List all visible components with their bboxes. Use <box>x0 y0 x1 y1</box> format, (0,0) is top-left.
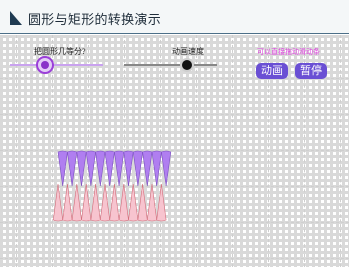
upper-sector <box>57 150 68 187</box>
upper-sector <box>104 150 115 187</box>
upper-sector <box>67 150 78 187</box>
lower-sector <box>90 183 101 222</box>
upper-sector <box>132 150 143 187</box>
lower-sector <box>137 183 148 222</box>
lower-sector <box>146 183 158 222</box>
lower-sector <box>81 183 92 222</box>
lower-sector <box>62 183 73 222</box>
upper-sector <box>142 150 153 187</box>
upper-sector <box>85 150 96 187</box>
upper-sector <box>123 150 134 187</box>
lower-sector <box>99 183 111 222</box>
upper-sector <box>95 150 106 187</box>
lower-sector <box>52 183 64 222</box>
lower-sector <box>118 183 129 222</box>
upper-sector <box>161 150 172 187</box>
upper-sector <box>151 150 162 187</box>
lower-sector <box>109 183 120 222</box>
lower-sector <box>156 183 167 222</box>
rearranged-sectors-shape <box>52 150 172 222</box>
upper-sector <box>114 150 125 187</box>
upper-sector <box>76 150 87 187</box>
lower-sector <box>128 183 139 222</box>
lower-sector <box>71 183 82 222</box>
